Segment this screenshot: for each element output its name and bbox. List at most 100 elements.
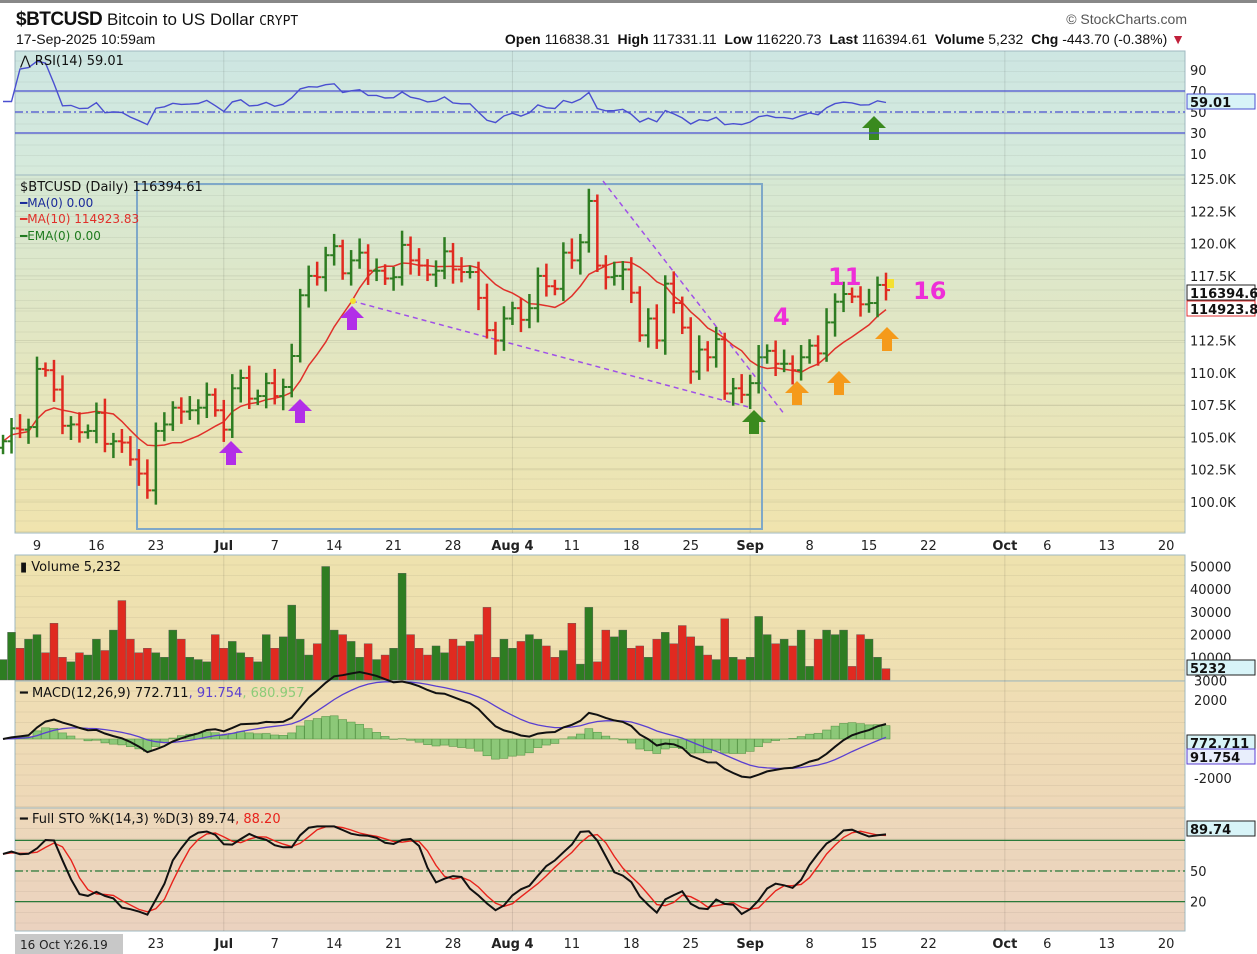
last-price-tag: 116394.6 — [1190, 287, 1257, 302]
macd-histogram-bar — [312, 718, 322, 740]
volume-bar — [312, 643, 322, 681]
macd-histogram-bar — [525, 738, 534, 754]
volume-tick-label: 30000 — [1190, 606, 1231, 621]
price-tick-label: 110.0K — [1190, 367, 1236, 382]
x-tick-label: 7 — [271, 539, 279, 554]
x-tick-label: 23 — [148, 539, 165, 554]
macd-histogram-bar — [635, 738, 645, 750]
volume-bar — [270, 648, 279, 681]
volume-bar — [279, 636, 288, 681]
volume-bar — [431, 645, 441, 681]
volume-bar — [58, 657, 67, 681]
volume-bar — [321, 566, 330, 681]
sto-label: ━ Full STO %K(14,3) %D(3) 89.74, 88.20 — [19, 812, 281, 827]
volume-bar — [644, 657, 653, 681]
volume-bar — [414, 648, 424, 681]
x-tick-label: 14 — [326, 937, 343, 952]
annotation-11: 11 — [828, 263, 861, 291]
macd-histogram-bar — [270, 734, 280, 740]
macd-histogram-bar — [440, 738, 449, 746]
macd-histogram-bar — [58, 732, 67, 740]
macd-histogram-bar — [601, 735, 611, 740]
macd-histogram-bar — [465, 738, 475, 749]
legend-ma10: ━MA(10) 114923.83 — [19, 212, 139, 226]
x-tick-label: 20 — [1158, 937, 1175, 952]
price-tick-label: 100.0K — [1190, 496, 1236, 511]
macd-histogram-bar — [474, 738, 483, 752]
volume-bar — [41, 652, 50, 681]
volume-bar — [864, 638, 874, 681]
x-tick-label: Sep — [736, 937, 764, 952]
x-tick-label: Oct — [992, 539, 1017, 554]
x-tick-label: 22 — [920, 539, 937, 554]
volume-bar — [720, 618, 729, 681]
volume-bar — [737, 659, 746, 681]
volume-bar — [329, 629, 339, 681]
volume-bar — [83, 654, 93, 681]
x-tick-label: 28 — [445, 937, 462, 952]
volume-bar — [389, 648, 398, 681]
rsi-label: ⋀ RSI(14) 59.01 — [19, 54, 124, 69]
volume-bar — [813, 638, 823, 681]
volume-bar — [160, 657, 169, 681]
volume-bar — [126, 638, 135, 681]
volume-bar — [245, 657, 254, 681]
macd-histogram-bar — [109, 738, 118, 745]
volume-bar — [32, 634, 42, 681]
volume-bar — [194, 659, 203, 681]
x-tick-label: Jul — [213, 937, 233, 952]
macd-histogram-bar — [338, 719, 347, 740]
price-tick-label: 125.0K — [1190, 173, 1236, 188]
volume-bar — [15, 648, 25, 681]
price-tick-label: 107.5K — [1190, 399, 1236, 414]
macd-histogram-bar — [380, 736, 390, 740]
volume-bar — [712, 659, 721, 681]
macd-histogram-bar — [703, 738, 713, 754]
macd-histogram-bar — [491, 738, 500, 760]
volume-bar — [448, 638, 458, 681]
x-tick-label: Sep — [736, 539, 764, 554]
macd-histogram-bar — [584, 728, 594, 740]
sto-tick-label: 50 — [1190, 865, 1207, 880]
legend-ma0: ━MA(0) 0.00 — [19, 196, 93, 210]
x-tick-label: 18 — [623, 539, 640, 554]
volume-bar — [491, 657, 500, 681]
volume-bar — [508, 648, 517, 681]
volume-bar — [830, 634, 840, 681]
macd-signal-tag: 91.754 — [1190, 751, 1240, 766]
volume-bar — [440, 652, 449, 681]
volume-bar — [117, 600, 127, 681]
volume-bar — [24, 638, 33, 681]
macd-histogram-bar — [448, 738, 458, 747]
volume-bar — [873, 657, 882, 681]
macd-histogram-bar — [414, 738, 424, 743]
volume-bar — [754, 616, 763, 681]
volume-bar — [380, 654, 390, 681]
macd-histogram-bar — [593, 731, 602, 740]
macd-histogram-bar — [244, 732, 254, 740]
x-tick-label: 13 — [1098, 937, 1115, 952]
x-tick-label: 8 — [805, 539, 813, 554]
x-tick-label: 6 — [1043, 539, 1051, 554]
macd-histogram-bar — [626, 738, 636, 744]
x-tick-label: 25 — [682, 937, 699, 952]
volume-bar — [839, 629, 848, 681]
macd-tick-label: 3000 — [1194, 675, 1227, 690]
macd-histogram-bar — [346, 721, 356, 740]
macd-histogram-bar — [822, 729, 831, 740]
volume-bar — [457, 645, 466, 681]
volume-bar — [465, 641, 475, 681]
volume-bar — [109, 629, 118, 681]
macd-histogram-bar — [788, 738, 797, 740]
x-tick-label: Aug 4 — [491, 539, 533, 554]
volume-bar — [678, 625, 687, 681]
volume-bar — [805, 666, 814, 681]
macd-histogram-bar — [287, 732, 297, 740]
marker-dot — [887, 279, 894, 288]
ohlc-bar — [0, 434, 8, 455]
volume-bar — [499, 638, 509, 681]
chart-canvas[interactable]: 9 16 23 Jul 7 14 21 28 Aug 4 11 18 25 Sep 8 15 22 Oct 6 13… — [0, 3, 1257, 954]
volume-bar — [295, 638, 305, 681]
volume-bar — [779, 638, 789, 681]
volume-bar — [652, 638, 661, 681]
